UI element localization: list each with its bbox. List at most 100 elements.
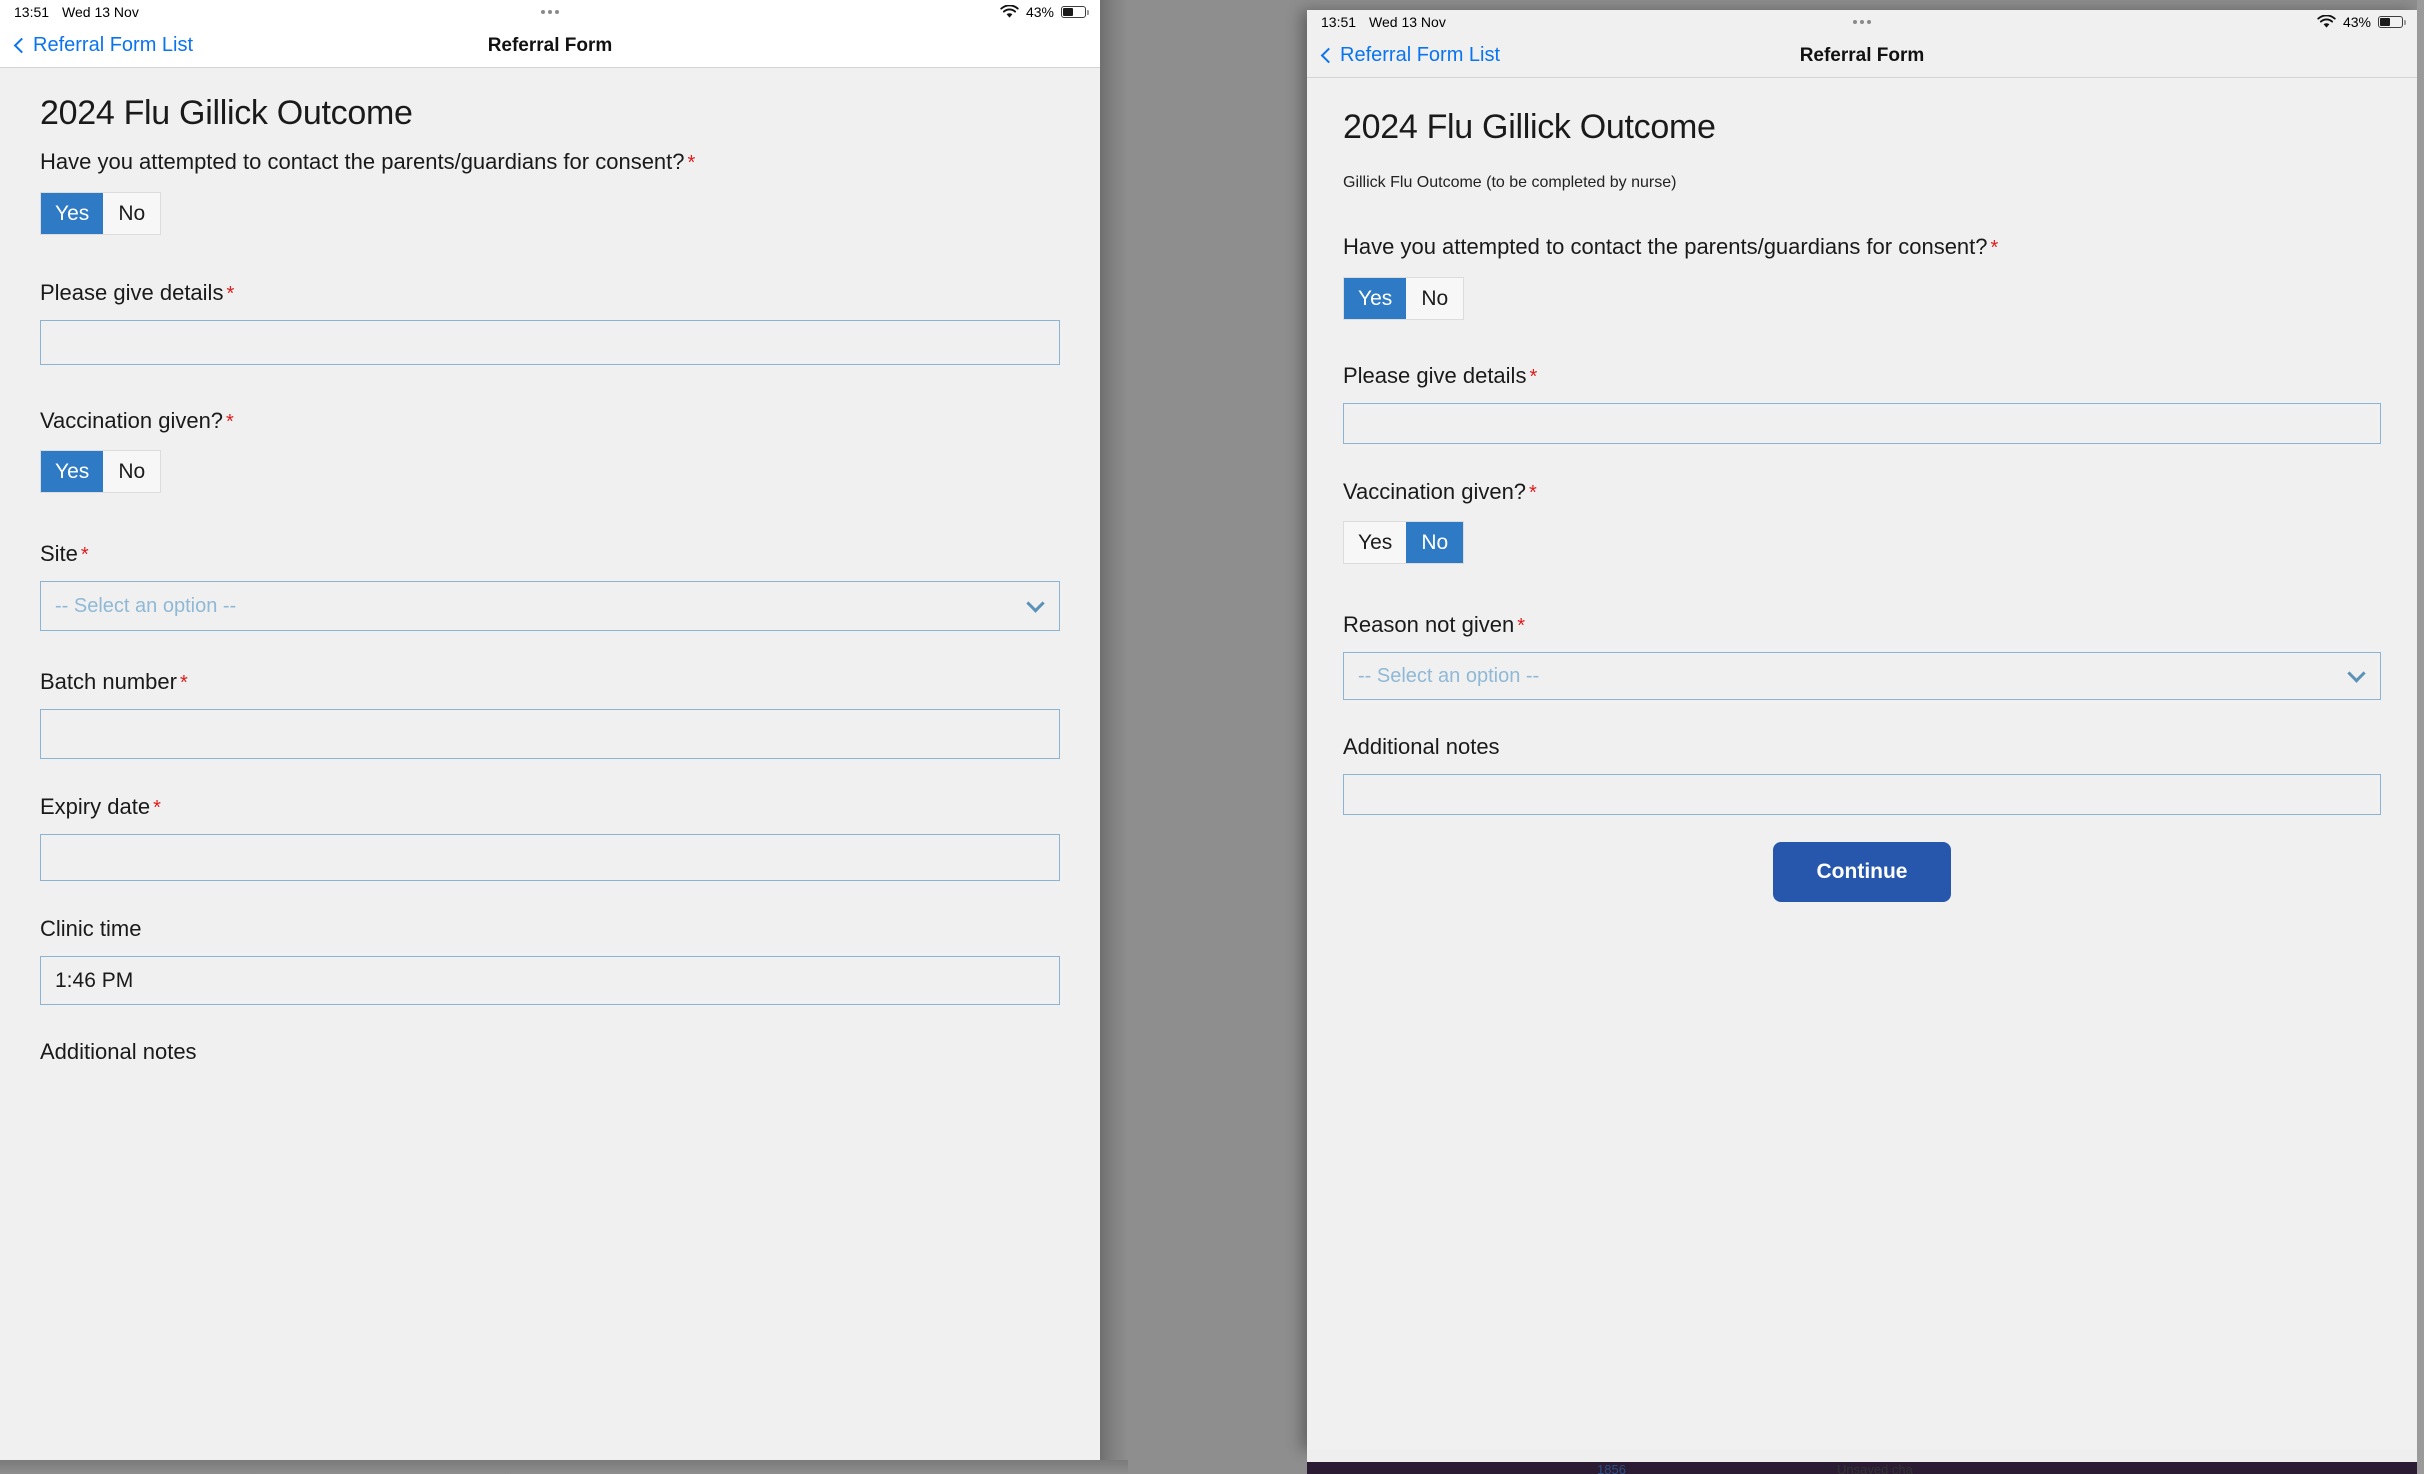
right-nav-bar: Referral Form List Referral Form	[1307, 34, 2417, 78]
right-form-body: 2024 Flu Gillick Outcome Gillick Flu Out…	[1307, 78, 2417, 1450]
right-field-details: Please give details*	[1343, 363, 2381, 444]
status-bar-left: 13:51 Wed 13 Nov	[14, 4, 139, 20]
back-to-referral-form-list-button[interactable]: Referral Form List	[16, 34, 193, 57]
screen-canvas: 13:51 Wed 13 Nov 43% Referral Form List …	[0, 0, 2424, 1474]
battery-icon	[2378, 16, 2403, 28]
background-app-text-a: 1856	[1597, 1463, 1626, 1474]
left-field-batch-number: Batch number*	[40, 669, 1060, 759]
right-field-reason-not-given: Reason not given* -- Select an option --	[1343, 612, 2381, 700]
left-field-additional-notes: Additional notes	[40, 1039, 1060, 1065]
required-marker: *	[688, 152, 696, 174]
status-bar-right: 43%	[2317, 14, 2403, 30]
toggle-option-no[interactable]: No	[103, 193, 160, 234]
toggle-option-yes[interactable]: Yes	[41, 451, 103, 492]
clinic-time-input[interactable]	[40, 956, 1060, 1005]
status-date: Wed 13 Nov	[1369, 14, 1446, 30]
toggle-option-no[interactable]: No	[103, 451, 160, 492]
wifi-icon	[1000, 5, 1019, 19]
right-form-title: 2024 Flu Gillick Outcome	[1343, 108, 2381, 147]
right-desktop-edge	[2417, 0, 2424, 1474]
field-label: Additional notes	[1343, 734, 2381, 760]
page-title: Referral Form	[488, 35, 613, 57]
contact-parents-toggle[interactable]: Yes No	[40, 192, 161, 235]
left-field-site: Site* -- Select an option --	[40, 541, 1060, 631]
details-input[interactable]	[40, 320, 1060, 365]
required-marker: *	[1529, 482, 1537, 504]
toggle-option-no[interactable]: No	[1406, 278, 1463, 319]
contact-parents-toggle[interactable]: Yes No	[1343, 277, 1464, 320]
continue-button[interactable]: Continue	[1773, 842, 1952, 902]
background-app-sliver: 1856 Unsaved cha	[1307, 1450, 2417, 1474]
right-status-bar: 13:51 Wed 13 Nov 43%	[1307, 10, 2417, 34]
toggle-option-no[interactable]: No	[1406, 522, 1463, 563]
field-label: Batch number*	[40, 669, 1060, 695]
field-label: Vaccination given?*	[40, 408, 1060, 434]
details-input[interactable]	[1343, 403, 2381, 444]
chevron-left-icon	[1321, 48, 1337, 64]
continue-row: Continue	[1343, 842, 2381, 902]
left-field-vaccination-given: Vaccination given?* Yes No	[40, 408, 1060, 493]
field-label: Please give details*	[1343, 363, 2381, 389]
wifi-icon	[2317, 15, 2336, 29]
status-time: 13:51	[14, 4, 49, 20]
battery-percent: 43%	[2343, 14, 2371, 30]
toggle-option-yes[interactable]: Yes	[1344, 522, 1406, 563]
status-time: 13:51	[1321, 14, 1356, 30]
toggle-option-yes[interactable]: Yes	[1344, 278, 1406, 319]
vaccination-given-toggle[interactable]: Yes No	[1343, 521, 1464, 564]
field-label: Vaccination given?*	[1343, 479, 2381, 505]
status-bar-right: 43%	[1000, 4, 1086, 20]
background-app-text-b: Unsaved cha	[1837, 1463, 1913, 1474]
vaccination-given-toggle[interactable]: Yes No	[40, 450, 161, 493]
right-field-vaccination-given: Vaccination given?* Yes No	[1343, 479, 2381, 564]
field-label: Have you attempted to contact the parent…	[40, 149, 1060, 175]
reason-not-given-select[interactable]: -- Select an option --	[1343, 652, 2381, 700]
required-marker: *	[226, 283, 234, 305]
status-date: Wed 13 Nov	[62, 4, 139, 20]
required-marker: *	[1991, 237, 1999, 259]
page-title: Referral Form	[1800, 45, 1925, 67]
batch-number-input[interactable]	[40, 709, 1060, 759]
left-field-contact-parents: Have you attempted to contact the parent…	[40, 149, 1060, 235]
field-label: Expiry date*	[40, 794, 1060, 820]
required-marker: *	[1517, 615, 1525, 637]
chevron-left-icon	[14, 38, 30, 54]
site-select-value[interactable]: -- Select an option --	[40, 581, 1060, 631]
additional-notes-input[interactable]	[1343, 774, 2381, 815]
reason-not-given-select-value[interactable]: -- Select an option --	[1343, 652, 2381, 700]
left-form-title: 2024 Flu Gillick Outcome	[40, 94, 1060, 133]
right-field-contact-parents: Have you attempted to contact the parent…	[1343, 234, 2381, 320]
expiry-date-input[interactable]	[40, 834, 1060, 881]
required-marker: *	[1529, 366, 1537, 388]
status-bar-left: 13:51 Wed 13 Nov	[1321, 14, 1446, 30]
back-to-referral-form-list-button[interactable]: Referral Form List	[1323, 44, 1500, 67]
right-window: 13:51 Wed 13 Nov 43% Referral Form List …	[1307, 10, 2417, 1450]
left-nav-bar: Referral Form List Referral Form	[0, 24, 1100, 68]
toggle-option-yes[interactable]: Yes	[41, 193, 103, 234]
field-label: Site*	[40, 541, 1060, 567]
left-window: 13:51 Wed 13 Nov 43% Referral Form List …	[0, 0, 1100, 1460]
back-button-label: Referral Form List	[33, 34, 193, 57]
field-label: Reason not given*	[1343, 612, 2381, 638]
left-window-bottom-shadow	[0, 1460, 1128, 1474]
required-marker: *	[153, 797, 161, 819]
site-select[interactable]: -- Select an option --	[40, 581, 1060, 631]
right-field-additional-notes: Additional notes	[1343, 734, 2381, 815]
left-status-bar: 13:51 Wed 13 Nov 43%	[0, 0, 1100, 24]
right-form-subtitle: Gillick Flu Outcome (to be completed by …	[1343, 174, 2381, 192]
field-label: Clinic time	[40, 916, 1060, 942]
left-field-details: Please give details*	[40, 280, 1060, 365]
required-marker: *	[226, 411, 234, 433]
required-marker: *	[180, 672, 188, 694]
field-label: Please give details*	[40, 280, 1060, 306]
required-marker: *	[81, 544, 89, 566]
battery-percent: 43%	[1026, 4, 1054, 20]
left-field-clinic-time: Clinic time	[40, 916, 1060, 1005]
field-label: Have you attempted to contact the parent…	[1343, 234, 2381, 260]
left-form-body: 2024 Flu Gillick Outcome Have you attemp…	[0, 68, 1100, 1460]
battery-icon	[1061, 6, 1086, 18]
left-window-shadow	[1100, 0, 1128, 1460]
three-dots-icon[interactable]	[541, 10, 559, 14]
three-dots-icon[interactable]	[1853, 20, 1871, 24]
back-button-label: Referral Form List	[1340, 44, 1500, 67]
